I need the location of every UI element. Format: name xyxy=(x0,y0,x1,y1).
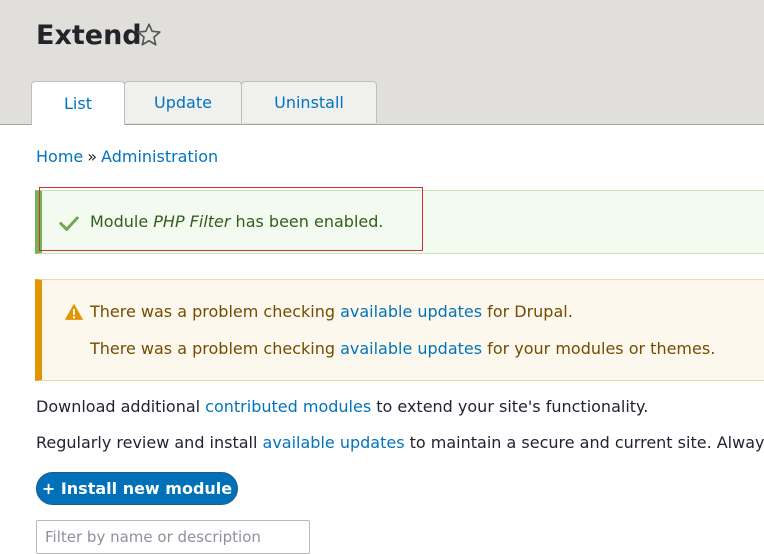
updates-paragraph: Regularly review and install available u… xyxy=(36,432,764,454)
contributed-modules-paragraph: Download additional contributed modules … xyxy=(36,396,648,418)
breadcrumb-separator: » xyxy=(87,147,98,166)
warning-message: There was a problem checking available u… xyxy=(35,279,764,381)
status-prefix: Module xyxy=(90,212,154,231)
status-text: Module PHP Filter has been enabled. xyxy=(90,211,383,233)
tab-list[interactable]: List xyxy=(31,81,125,125)
breadcrumb: Home» Administration xyxy=(36,147,218,167)
tab-uninstall-label: Uninstall xyxy=(274,93,344,112)
warning-line-2: There was a problem checking available u… xyxy=(90,338,715,360)
warning-line2-suffix: for your modules or themes. xyxy=(482,339,716,358)
page-title: Extend xyxy=(36,20,142,51)
para1-prefix: Download additional xyxy=(36,397,206,416)
tab-uninstall[interactable]: Uninstall xyxy=(241,81,377,123)
status-message: Module PHP Filter has been enabled. xyxy=(35,190,764,254)
contributed-modules-link[interactable]: contributed modules xyxy=(205,397,371,416)
tab-update-label: Update xyxy=(154,93,212,112)
available-updates-link-1[interactable]: available updates xyxy=(340,302,482,321)
warning-line2-prefix: There was a problem checking xyxy=(90,339,341,358)
breadcrumb-home-link[interactable]: Home xyxy=(36,147,83,166)
para1-suffix: to extend your site's functionality. xyxy=(371,397,649,416)
warning-line1-prefix: There was a problem checking xyxy=(90,302,341,321)
status-suffix: has been enabled. xyxy=(230,212,384,231)
check-icon xyxy=(59,216,79,231)
filter-input[interactable] xyxy=(36,520,310,554)
warning-line-1: There was a problem checking available u… xyxy=(90,301,573,323)
star-icon[interactable] xyxy=(136,22,162,48)
page-header: Extend List Update Uninstall xyxy=(0,0,764,125)
status-module-name: PHP Filter xyxy=(153,212,231,231)
tab-update[interactable]: Update xyxy=(124,81,242,123)
available-updates-link-3[interactable]: available updates xyxy=(263,433,405,452)
para2-prefix: Regularly review and install xyxy=(36,433,263,452)
breadcrumb-admin-link[interactable]: Administration xyxy=(101,147,218,166)
warning-icon xyxy=(64,303,84,320)
install-new-module-button[interactable]: + Install new module xyxy=(36,472,238,505)
tab-list-label: List xyxy=(64,94,92,113)
available-updates-link-2[interactable]: available updates xyxy=(340,339,482,358)
para2-suffix: to maintain a secure and current site. A… xyxy=(404,433,764,452)
warning-line1-suffix: for Drupal. xyxy=(482,302,573,321)
